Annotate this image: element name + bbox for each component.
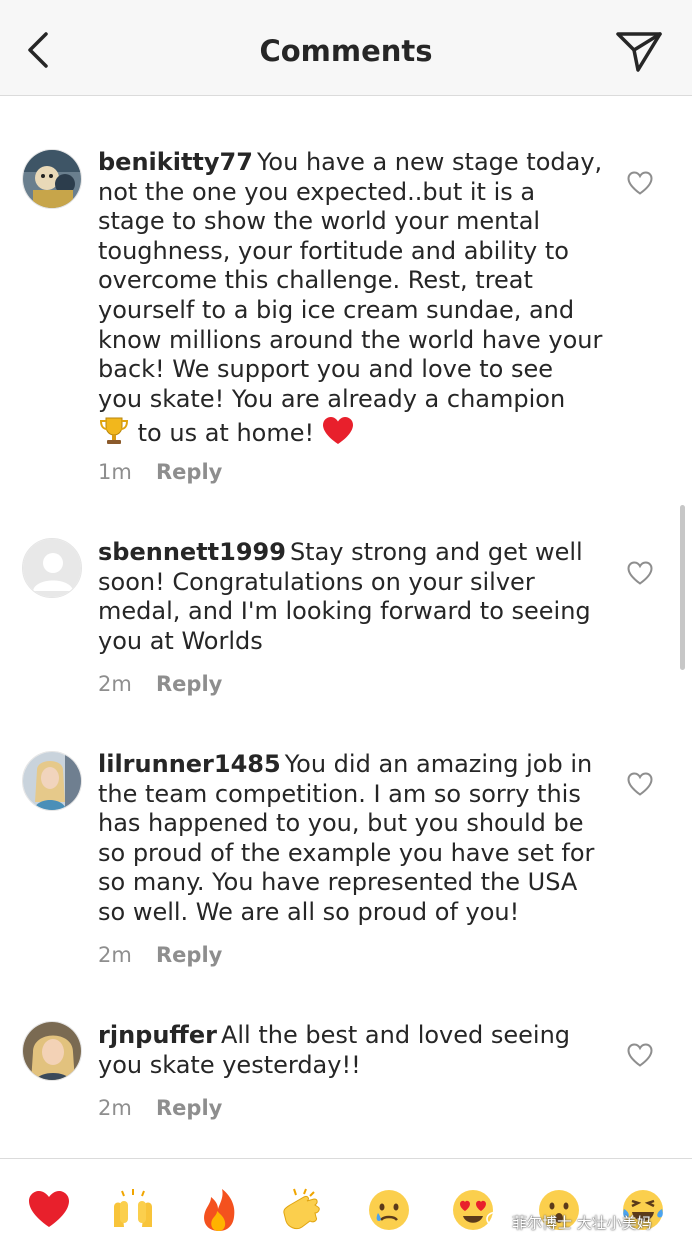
- reply-button[interactable]: Reply: [156, 1096, 222, 1120]
- comment-timestamp: 2m: [98, 943, 132, 967]
- comment-meta: 2m Reply: [98, 943, 222, 967]
- heart-outline-icon[interactable]: [626, 1042, 654, 1068]
- comment-meta: 2m Reply: [98, 672, 222, 696]
- wechat-logo-icon: [486, 1211, 510, 1230]
- comment-username[interactable]: rjnpuffer: [98, 1021, 217, 1049]
- comment-body-end: to us at home!: [137, 419, 315, 448]
- heart-outline-icon[interactable]: [626, 560, 654, 586]
- comment-text: lilrunner1485 You did an amazing job in t…: [98, 750, 603, 928]
- crying-face-emoji[interactable]: [366, 1187, 412, 1233]
- comment-username[interactable]: sbennett1999: [98, 538, 286, 566]
- emoji-reaction-bar: [0, 1158, 692, 1256]
- comment-username[interactable]: lilrunner1485: [98, 750, 281, 778]
- heart-outline-icon[interactable]: [626, 771, 654, 797]
- comment-timestamp: 2m: [98, 672, 132, 696]
- watermark-text: 菲尔博士 大壮小美妈: [512, 1214, 652, 1232]
- comment-username[interactable]: benikitty77: [98, 148, 253, 176]
- paper-plane-icon[interactable]: [614, 28, 664, 74]
- red-heart-emoji[interactable]: [26, 1187, 72, 1233]
- comment-text: sbennett1999 Stay strong and get well soo…: [98, 538, 603, 656]
- comment-text: rjnpuffer All the best and loved seeing y…: [98, 1021, 603, 1080]
- page-title: Comments: [259, 34, 433, 68]
- red-heart-emoji: [322, 416, 354, 454]
- trophy-emoji: [98, 414, 130, 454]
- fire-emoji[interactable]: [196, 1187, 242, 1233]
- raising-hands-emoji[interactable]: [110, 1187, 156, 1233]
- avatar[interactable]: [22, 149, 82, 209]
- avatar[interactable]: [22, 1021, 82, 1081]
- scrollbar[interactable]: [680, 505, 685, 670]
- reply-button[interactable]: Reply: [156, 672, 222, 696]
- heart-outline-icon[interactable]: [626, 170, 654, 196]
- avatar[interactable]: [22, 538, 82, 598]
- comment-meta: 1m Reply: [98, 460, 222, 484]
- comment-timestamp: 1m: [98, 460, 132, 484]
- comment-meta: 2m Reply: [98, 1096, 222, 1120]
- header-bar: Comments: [0, 0, 692, 96]
- comment-timestamp: 2m: [98, 1096, 132, 1120]
- comment-body: You have a new stage today, not the one …: [98, 148, 603, 413]
- reply-button[interactable]: Reply: [156, 460, 222, 484]
- avatar[interactable]: [22, 751, 82, 811]
- comment-text: benikitty77 You have a new stage today, n…: [98, 148, 603, 454]
- clapping-hands-emoji[interactable]: [280, 1187, 326, 1233]
- reply-button[interactable]: Reply: [156, 943, 222, 967]
